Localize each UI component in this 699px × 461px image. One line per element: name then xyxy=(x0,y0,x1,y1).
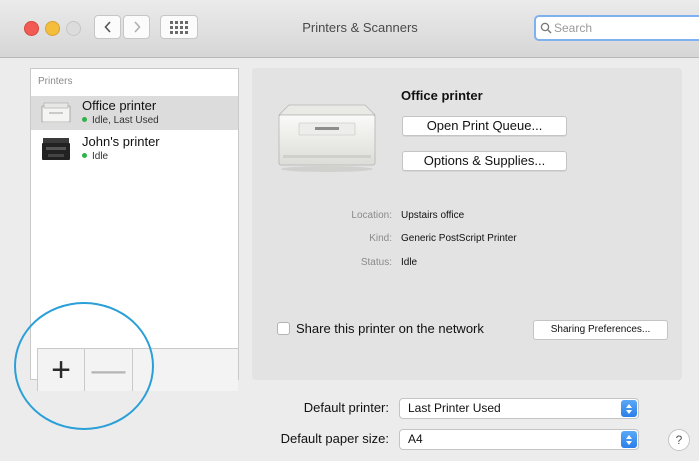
forward-button[interactable] xyxy=(123,15,150,39)
share-printer-label[interactable]: Share this printer on the network xyxy=(296,321,484,336)
sharing-preferences-button[interactable]: Sharing Preferences... xyxy=(533,320,668,340)
chevron-right-icon xyxy=(133,21,141,33)
printer-status-text: Idle, Last Used xyxy=(92,115,159,126)
printers-header: Printers xyxy=(38,76,73,87)
default-printer-value: Last Printer Used xyxy=(408,401,501,415)
default-printer-label: Default printer: xyxy=(303,400,389,415)
default-printer-select[interactable]: Last Printer Used xyxy=(399,398,639,419)
printer-name: John's printer xyxy=(82,134,160,149)
multifunction-printer-icon xyxy=(42,138,70,160)
search-input[interactable] xyxy=(554,21,694,35)
close-window-button[interactable] xyxy=(24,21,39,36)
laser-printer-icon xyxy=(278,104,376,172)
updown-arrows-icon xyxy=(621,400,637,417)
location-value: Upstairs office xyxy=(401,210,465,221)
printer-status-text: Idle xyxy=(92,151,109,162)
add-printer-button[interactable]: + xyxy=(37,349,85,391)
location-label: Location: xyxy=(351,210,392,221)
printer-status: Idle xyxy=(82,151,108,162)
share-printer-checkbox[interactable] xyxy=(277,322,290,335)
status-dot-icon xyxy=(82,117,87,122)
remove-printer-button[interactable]: — xyxy=(85,349,133,391)
printer-list: Printers Office printer Idle, Last Used … xyxy=(30,68,239,380)
search-field[interactable] xyxy=(534,15,699,41)
laser-printer-icon xyxy=(41,102,71,123)
zoom-window-button[interactable] xyxy=(66,21,81,36)
kind-label: Kind: xyxy=(369,233,392,244)
printer-list-toolbar: + — xyxy=(37,348,238,391)
show-all-button[interactable] xyxy=(160,15,198,39)
printers-scanners-window: Printers & Scanners Printers Office prin… xyxy=(0,0,699,461)
kind-value: Generic PostScript Printer xyxy=(401,233,517,244)
default-paper-size-value: A4 xyxy=(408,432,423,446)
search-icon xyxy=(540,22,552,34)
status-label: Status: xyxy=(360,257,392,268)
grid-icon xyxy=(170,20,188,34)
options-supplies-button[interactable]: Options & Supplies... xyxy=(402,151,567,171)
open-print-queue-button[interactable]: Open Print Queue... xyxy=(402,116,567,136)
title-bar: Printers & Scanners xyxy=(0,0,699,58)
printer-title: Office printer xyxy=(401,88,483,103)
printer-list-item-office[interactable]: Office printer Idle, Last Used xyxy=(31,96,238,130)
updown-arrows-icon xyxy=(621,431,637,448)
status-value: Idle xyxy=(401,257,418,268)
status-dot-icon xyxy=(82,153,87,158)
chevron-left-icon xyxy=(103,21,111,33)
back-button[interactable] xyxy=(94,15,121,39)
default-paper-size-label: Default paper size: xyxy=(280,431,389,446)
help-button[interactable]: ? xyxy=(668,429,690,451)
default-paper-size-select[interactable]: A4 xyxy=(399,429,639,450)
printer-name: Office printer xyxy=(82,98,157,113)
printer-status: Idle, Last Used xyxy=(82,115,159,126)
minimize-window-button[interactable] xyxy=(45,21,60,36)
window-title: Printers & Scanners xyxy=(302,20,418,35)
printer-list-item-john[interactable]: John's printer Idle xyxy=(31,132,238,166)
